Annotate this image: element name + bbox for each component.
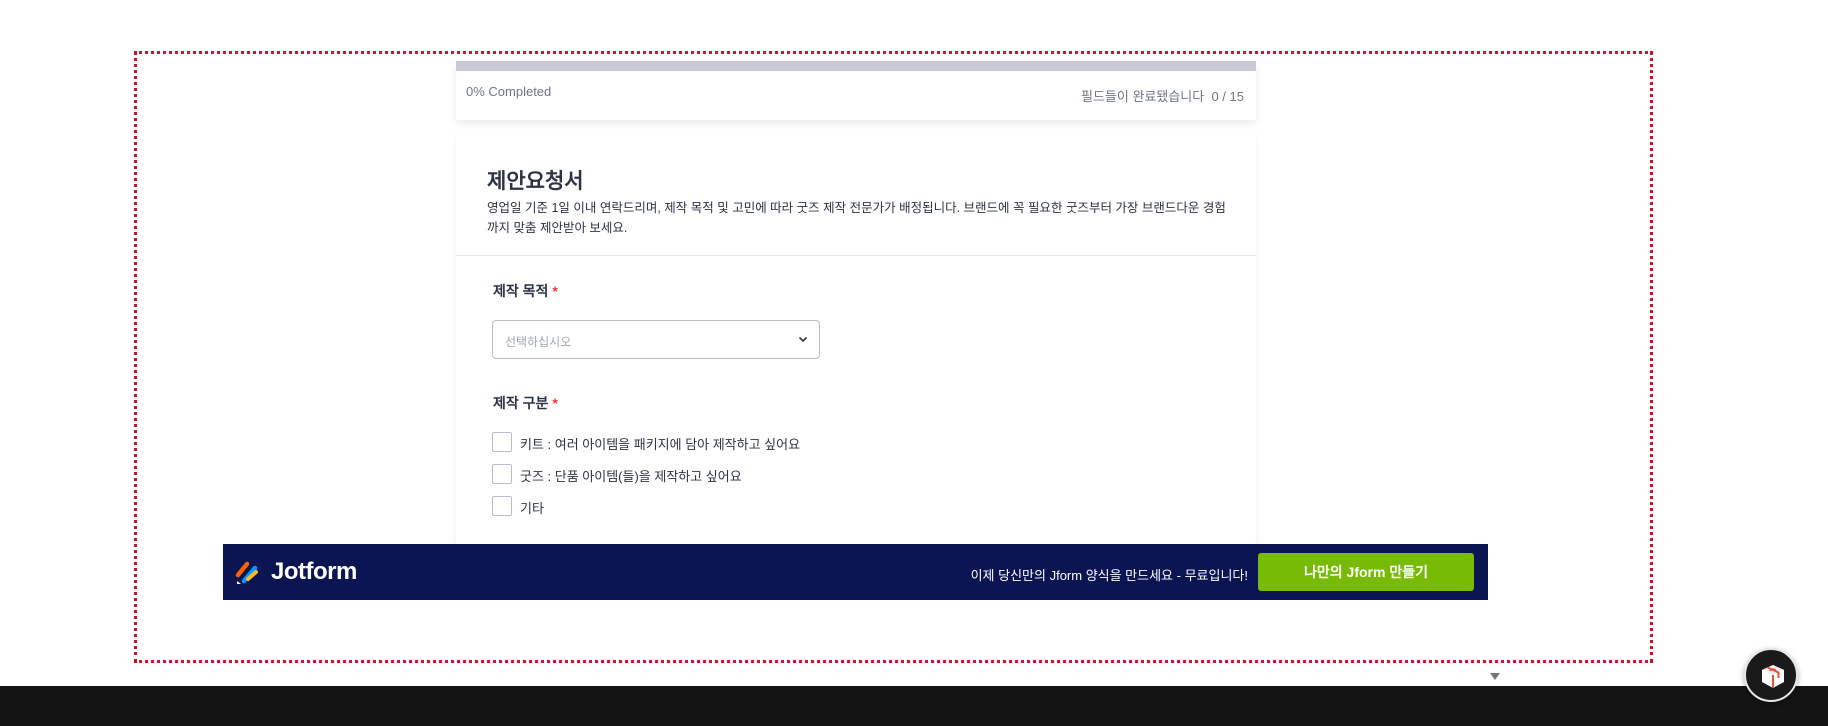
header-divider (456, 255, 1256, 256)
form-card: 제안요청서 영업일 기준 1일 이내 연락드리며, 제작 목적 및 고민에 따라… (456, 135, 1256, 545)
jotform-promo-text: 이제 당신만의 Jform 양식을 만드세요 - 무료입니다! (970, 568, 1248, 583)
purpose-select-placeholder: 선택하십시오 (505, 335, 572, 349)
category-option-label: 키트 : 여러 아이템을 패키지에 담아 제작하고 싶어요 (520, 437, 801, 452)
checkbox[interactable] (492, 464, 512, 484)
category-label-text: 제작 구분 (493, 395, 549, 411)
jotform-banner: Jotform 이제 당신만의 Jform 양식을 만드세요 - 무료입니다! … (223, 544, 1488, 600)
purpose-label: 제작 목적 * (493, 281, 558, 301)
progress-fields-text: 필드들이 완료됐습니다 (1081, 89, 1205, 104)
checkbox[interactable] (492, 432, 512, 452)
progress-fields-status: 필드들이 완료됐습니다 0 / 15 (1081, 86, 1244, 105)
jotform-brand[interactable]: Jotform (271, 558, 357, 586)
required-mark: * (552, 283, 558, 299)
caret-down-icon (1490, 673, 1500, 680)
required-mark: * (552, 395, 558, 411)
jotform-logo-icon (235, 561, 258, 584)
category-option-label: 굿즈 : 단품 아이템(들)을 제작하고 싶어요 (520, 469, 742, 484)
progress-fields-count: 0 / 15 (1211, 89, 1244, 104)
chevron-down-icon (798, 336, 808, 343)
progress-card: 0% Completed 필드들이 완료됐습니다 0 / 15 (456, 61, 1256, 120)
category-label: 제작 구분 * (493, 393, 558, 413)
form-title: 제안요청서 (487, 170, 584, 193)
purpose-select[interactable]: 선택하십시오 (492, 320, 820, 359)
form-description: 영업일 기준 1일 이내 연락드리며, 제작 목적 및 고민에 따라 굿즈 제작… (487, 201, 1226, 235)
checkbox[interactable] (492, 496, 512, 516)
purpose-label-text: 제작 목적 (493, 283, 549, 299)
page-footer (0, 686, 1828, 726)
progress-percent: 0% Completed (466, 84, 552, 99)
progress-bar (456, 61, 1256, 71)
category-option-label: 기타 (520, 501, 544, 516)
create-jform-button[interactable]: 나만의 Jform 만들기 (1258, 553, 1474, 591)
floating-action-button[interactable] (1744, 648, 1798, 702)
gift-box-icon (1762, 665, 1784, 688)
